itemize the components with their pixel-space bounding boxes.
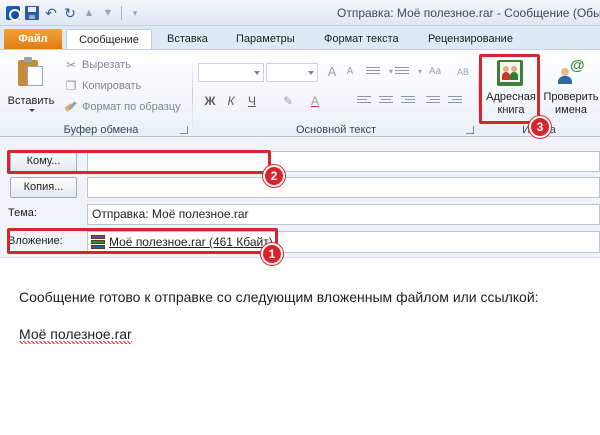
subject-field[interactable]: Отправка: Моё полезное.rar [87, 204, 600, 225]
styles-icon[interactable]: AB [454, 63, 472, 81]
basic-text-group-label: Основной текст [296, 124, 376, 136]
subject-label: Тема: [8, 207, 37, 219]
tab-format-text[interactable]: Формат текста [324, 29, 399, 50]
underline-button[interactable]: Ч [243, 92, 261, 110]
body-text-line: Сообщение готово к отправке со следующим… [19, 289, 539, 305]
save-icon[interactable] [25, 6, 39, 20]
font-family-dropdown[interactable] [198, 63, 264, 82]
shrink-font-icon[interactable]: A [341, 63, 359, 81]
address-book-highlight-box [479, 54, 540, 124]
quick-access-toolbar: ↶ ↻ ▲ ▼ ▾ [6, 4, 142, 22]
check-names-label-line2: имена [554, 104, 588, 116]
scissors-icon: ✂ [65, 58, 77, 72]
clipboard-dialog-launcher-icon[interactable] [180, 126, 188, 134]
copy-label: Копировать [82, 80, 142, 92]
up-arrow-icon[interactable]: ▲ [82, 6, 96, 20]
to-highlight-box [7, 150, 271, 174]
bold-button[interactable]: Ж [201, 92, 219, 110]
toolbar-separator [121, 6, 122, 20]
format-painter-icon [64, 100, 78, 114]
check-names-label-line1: Проверить [543, 91, 599, 103]
attachment-highlight-box [7, 228, 278, 254]
align-left-icon[interactable] [357, 96, 371, 108]
font-color-icon[interactable]: A [306, 92, 324, 110]
decrease-indent-icon[interactable] [426, 96, 440, 108]
outlook-icon [6, 6, 21, 21]
increase-indent-icon[interactable] [448, 96, 462, 108]
align-right-icon[interactable] [401, 96, 415, 108]
cut-button[interactable]: ✂ Вырезать [64, 57, 131, 73]
highlight-color-icon[interactable]: ✎ [279, 92, 297, 110]
clear-formatting-icon[interactable]: Aa [426, 63, 444, 81]
grow-font-icon[interactable]: A [323, 63, 341, 81]
tab-file[interactable]: Файл [4, 29, 62, 50]
tab-options[interactable]: Параметры [236, 29, 295, 50]
format-painter-button[interactable]: Формат по образцу [64, 99, 181, 115]
redo-icon[interactable]: ↻ [63, 6, 77, 20]
paste-icon[interactable] [18, 56, 44, 88]
font-size-dropdown[interactable] [266, 63, 318, 82]
italic-button[interactable]: К [222, 92, 240, 110]
paste-button[interactable]: Вставить [6, 95, 56, 107]
check-names-button[interactable]: Проверить имена [540, 91, 600, 117]
tab-insert[interactable]: Вставка [167, 29, 208, 50]
annotation-badge-2: 2 [263, 165, 285, 187]
copy-button[interactable]: ❐ Копировать [64, 78, 142, 94]
bullets-icon[interactable] [366, 67, 380, 79]
align-center-icon[interactable] [379, 96, 393, 108]
title-bar: ↶ ↻ ▲ ▼ ▾ Отправка: Моё полезное.rar - С… [0, 0, 600, 26]
window-title: Отправка: Моё полезное.rar - Сообщение (… [337, 6, 600, 20]
basic-text-dialog-launcher-icon[interactable] [466, 126, 474, 134]
annotation-badge-1: 1 [261, 243, 283, 265]
copy-icon: ❐ [65, 79, 77, 93]
cut-label: Вырезать [82, 59, 131, 71]
cc-button[interactable]: Копия... [10, 177, 77, 198]
annotation-badge-3: 3 [529, 116, 551, 138]
body-attachment-name: Моё полезное.rar [19, 326, 132, 344]
ribbon-tabs: Файл Сообщение Вставка Параметры Формат … [0, 26, 600, 51]
check-names-icon[interactable]: @ [556, 58, 586, 88]
undo-icon[interactable]: ↶ [44, 6, 58, 20]
numbering-icon[interactable] [395, 67, 409, 79]
tab-review[interactable]: Рецензирование [428, 29, 513, 50]
tab-message[interactable]: Сообщение [66, 29, 152, 51]
customize-toolbar-icon[interactable]: ▾ [128, 6, 142, 20]
down-arrow-icon[interactable]: ▼ [101, 6, 115, 20]
group-separator [192, 56, 193, 132]
clipboard-group-label: Буфер обмена [63, 124, 139, 136]
cc-field[interactable] [87, 177, 600, 198]
format-painter-label: Формат по образцу [82, 101, 181, 113]
paste-dropdown-icon[interactable] [29, 109, 35, 112]
message-body[interactable]: Сообщение готово к отправке со следующим… [0, 257, 600, 435]
